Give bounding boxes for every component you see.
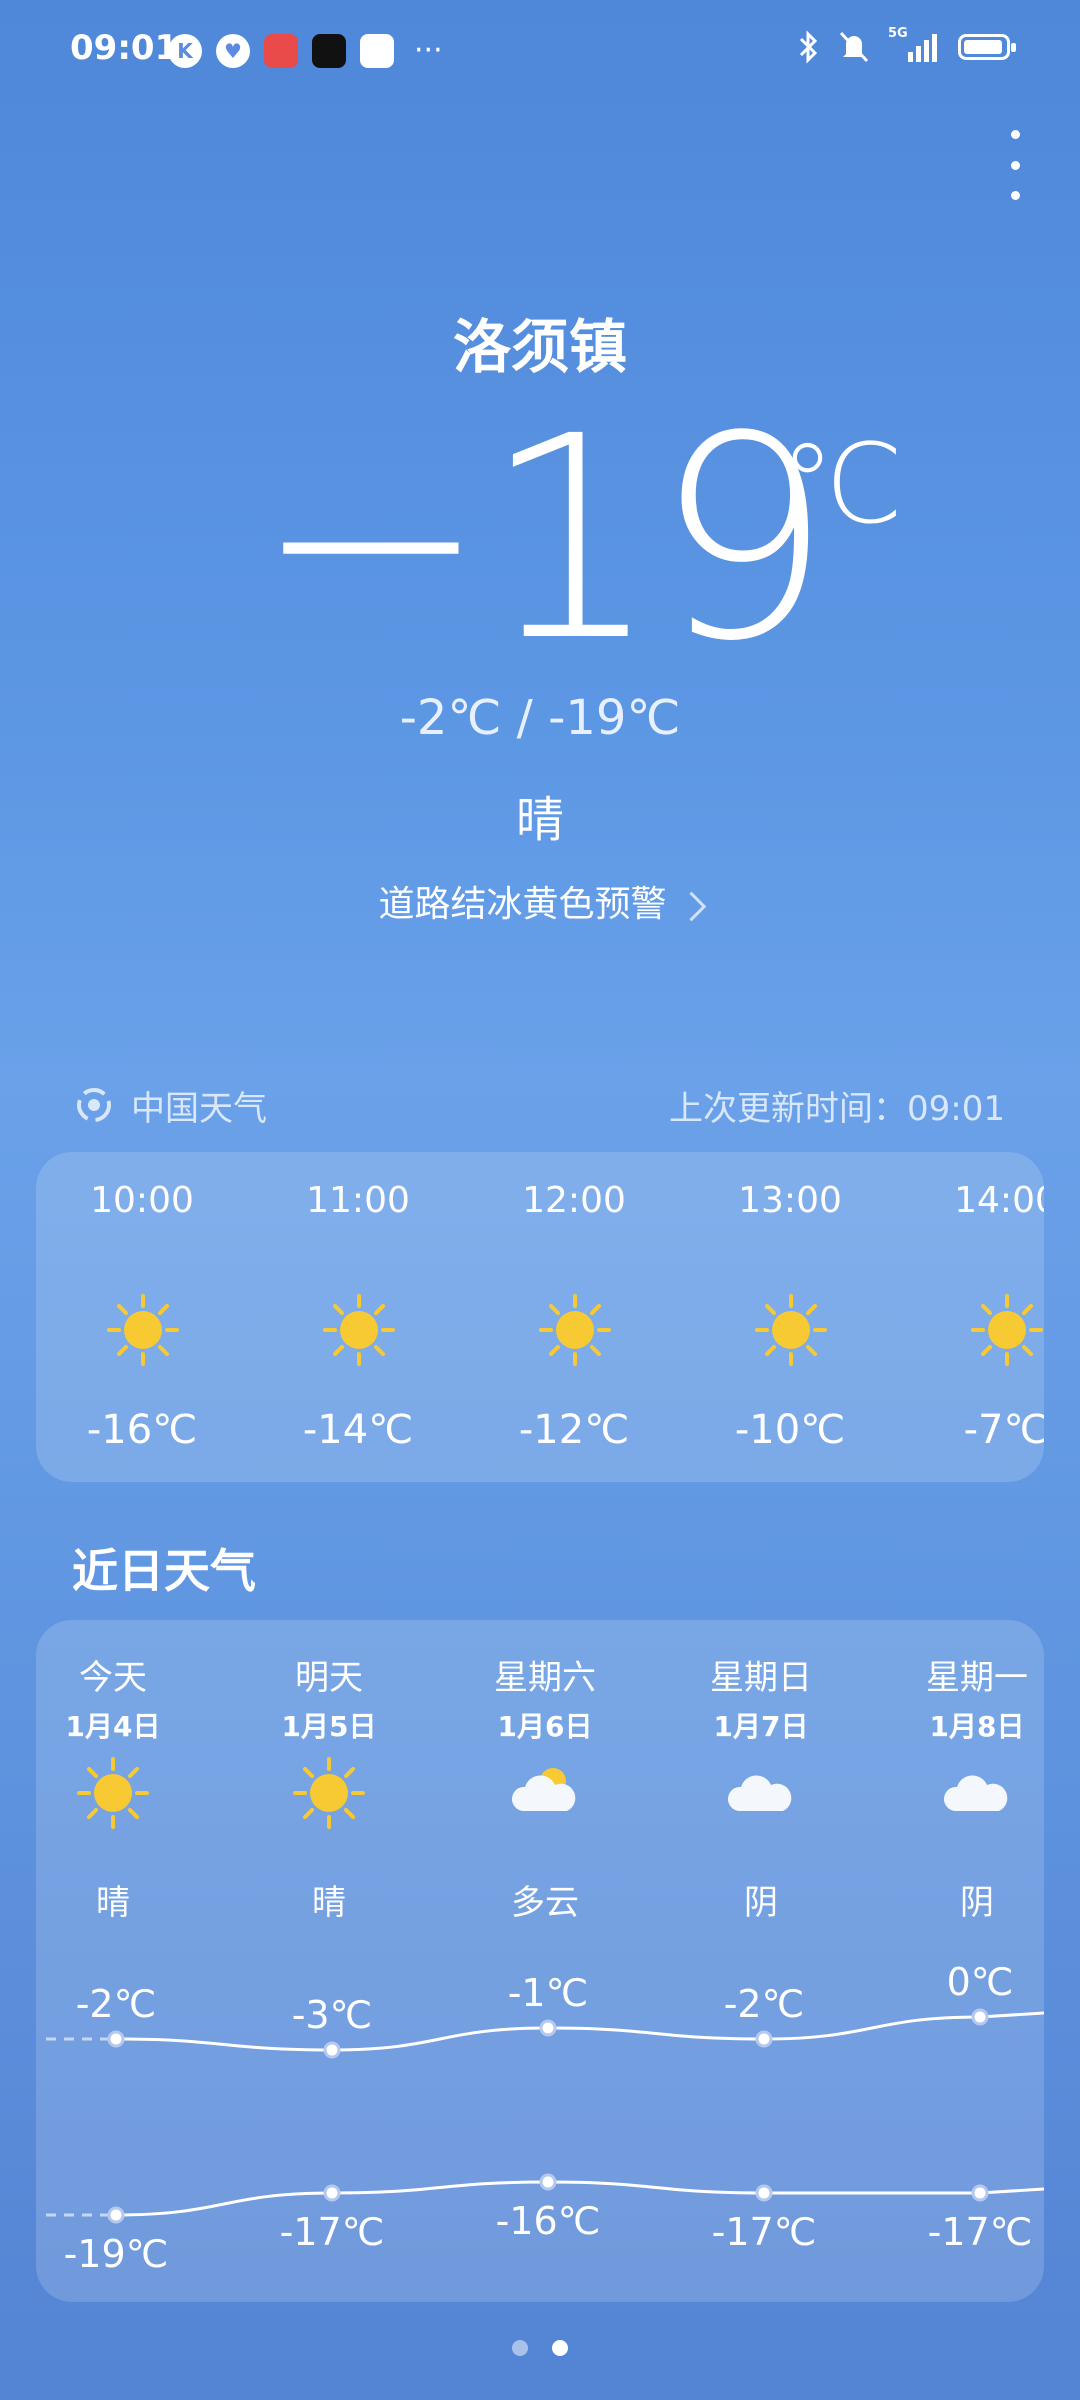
low-temp-label: -17℃	[712, 2210, 817, 2254]
temperature-unit: ℃	[780, 420, 904, 548]
battery-icon	[958, 34, 1016, 60]
red-app-icon	[264, 34, 298, 68]
low-temp-label: -17℃	[280, 2210, 385, 2254]
sun-icon	[321, 1292, 397, 1372]
current-condition: 晴	[515, 792, 564, 848]
hour-time: 13:00	[738, 1180, 842, 1221]
notification-icons: K ♥ ···	[168, 34, 443, 68]
high-temp-point	[539, 2019, 557, 2037]
sun-icon	[537, 1292, 613, 1372]
page-dot[interactable]	[512, 2340, 528, 2356]
update-time: 上次更新时间：09:01	[669, 1088, 1005, 1129]
status-time: 09:01	[70, 28, 179, 68]
temperature-trend-chart: -2℃ -3℃ -1℃ -2℃ 0℃ -19℃ -17℃ -16℃ -17℃ -17℃	[46, 1960, 1044, 2276]
hour-temp: -7℃	[963, 1407, 1044, 1453]
low-temp-label: -19℃	[64, 2232, 169, 2276]
hour-temp: -14℃	[302, 1407, 414, 1453]
tiktok-icon	[312, 34, 346, 68]
china-weather-logo-icon	[77, 1088, 111, 1122]
recent-weather-title: 近日天气	[72, 1544, 256, 1598]
system-icons: 5G	[798, 26, 1016, 64]
baidu-icon	[360, 34, 394, 68]
page-dot-active[interactable]	[552, 2340, 568, 2356]
high-temp-label: -2℃	[724, 1982, 805, 2026]
high-temp-point	[971, 2008, 989, 2026]
high-temp-point	[755, 2030, 773, 2048]
hour-temp: -12℃	[518, 1407, 630, 1453]
low-temp-point	[539, 2173, 557, 2191]
low-temp-label: -16℃	[496, 2199, 601, 2243]
page-indicator[interactable]	[0, 2340, 1080, 2356]
bluetooth-icon	[799, 30, 818, 64]
city-name[interactable]: 洛须镇	[0, 300, 1080, 384]
source-row: 中国天气 上次更新时间：09:01	[75, 1080, 1005, 1130]
high-temp-point	[107, 2030, 125, 2048]
network-label: 5G	[888, 26, 908, 41]
low-temp-label: -17℃	[928, 2210, 1033, 2254]
hour-temp: -10℃	[734, 1407, 846, 1453]
more-notifications-icon: ···	[414, 33, 443, 68]
high-temp-label: -1℃	[508, 1971, 589, 2015]
temperature-range: -2℃ / -19℃	[399, 690, 681, 746]
sun-icon	[753, 1292, 829, 1372]
signal-icon: 5G	[888, 26, 940, 64]
weather-alert[interactable]: 道路结冰黄色预警	[0, 875, 1080, 927]
low-temp-point	[107, 2206, 125, 2224]
daily-forecast[interactable]: 今天 1月4日 晴 明天 1月5日 晴 星期六 1月6日 多云 星期日 1月7日…	[36, 1620, 1044, 2302]
chevron-right-icon	[676, 891, 706, 921]
high-temp-point	[323, 2041, 341, 2059]
hourly-forecast[interactable]: 10:00 -16℃ 11:00 -14℃ 12:00 -12℃ 13:00 -…	[36, 1152, 1044, 1482]
hour-temp: -16℃	[86, 1407, 198, 1453]
low-temp-point	[323, 2184, 341, 2202]
high-temp-line	[115, 2011, 1044, 2052]
hour-time: 14:00	[954, 1180, 1044, 1221]
hour-time: 12:00	[522, 1180, 626, 1221]
k-app-icon: K	[168, 34, 202, 68]
high-temp-label: -3℃	[292, 1993, 373, 2037]
sun-icon	[969, 1292, 1044, 1372]
more-options-button[interactable]	[1000, 130, 1030, 200]
sun-icon	[105, 1292, 181, 1372]
heart-app-icon: ♥	[216, 34, 250, 68]
low-temp-point	[755, 2184, 773, 2202]
alert-text: 道路结冰黄色预警	[378, 884, 667, 925]
source-name: 中国天气	[131, 1088, 267, 1129]
mute-icon	[839, 31, 869, 63]
current-temperature: −19	[253, 377, 833, 703]
low-temp-point	[971, 2184, 989, 2202]
hour-time: 10:00	[90, 1180, 194, 1221]
status-bar: 09:01 K ♥ ··· 5G	[0, 0, 1080, 100]
hour-time: 11:00	[306, 1180, 410, 1221]
high-temp-label: 0℃	[947, 1960, 1014, 2004]
high-temp-label: -2℃	[76, 1982, 157, 2026]
